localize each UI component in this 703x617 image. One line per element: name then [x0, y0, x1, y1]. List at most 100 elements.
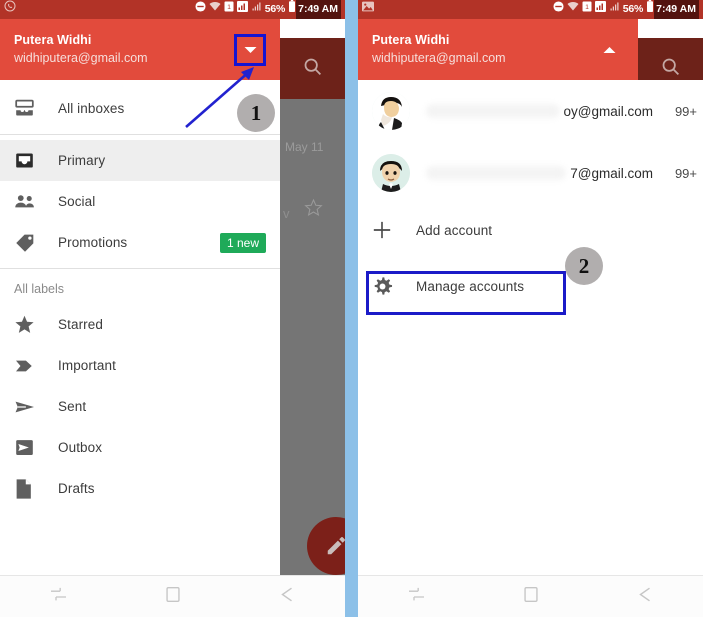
status-bar-left-icons [362, 0, 374, 19]
svg-text:1: 1 [585, 4, 589, 11]
back-arrow-icon[interactable] [278, 586, 296, 608]
account-info: 7@gmail.com [426, 166, 657, 181]
compose-fab-button[interactable] [307, 517, 345, 575]
inbox-icon [14, 150, 58, 171]
account-name-redacted [426, 104, 560, 118]
status-bar-right-icons: 1 56% [195, 0, 296, 19]
drawer-item-label: Social [58, 194, 96, 209]
add-account-label: Add account [416, 222, 493, 238]
status-bar-right-icons: 1 56% [553, 0, 654, 19]
account-row[interactable]: 7@gmail.com 99+ [358, 142, 703, 204]
sim-1-icon: 1 [582, 0, 592, 19]
signal-bars-icon [236, 0, 248, 19]
panel-divider [345, 0, 358, 617]
manage-accounts-label: Manage accounts [416, 278, 525, 294]
do-not-disturb-icon [195, 0, 206, 19]
drawer-item-sent[interactable]: Sent [0, 386, 280, 427]
promotions-new-badge: 1 new [219, 232, 266, 253]
drawer-item-label: Important [58, 358, 116, 373]
drawer-item-label: Starred [58, 317, 103, 332]
status-bar: 1 56% 7:49 AM [358, 0, 703, 19]
account-info: oy@gmail.com [426, 104, 657, 119]
account-row[interactable]: oy@gmail.com 99+ [358, 80, 703, 142]
account-name: Putera Widhi [372, 33, 450, 47]
scrim-partial-text: v [283, 206, 290, 221]
drawer-item-label: Promotions [58, 235, 128, 250]
drawer-item-outbox[interactable]: Outbox [0, 427, 280, 468]
navigation-drawer: All inboxes Primary Social Promotions 1 … [0, 80, 280, 617]
left-phone-body: new May 11 v Putera Widhi [0, 19, 345, 617]
dual-screenshot-container: 1 56% 7:49 AM new May 11 v [0, 0, 703, 617]
account-identity: Putera Widhi widhiputera@gmail.com [372, 32, 594, 67]
search-icon[interactable] [302, 56, 323, 82]
send-icon [14, 398, 58, 416]
all-inboxes-icon [14, 98, 58, 119]
compose-pencil-icon [327, 537, 345, 555]
battery-icon [288, 0, 296, 19]
search-icon[interactable] [660, 56, 681, 82]
account-switcher-panel: oy@gmail.com 99+ 7@gmail.com 99+ Add acc… [358, 80, 703, 617]
signal-bars-2-icon [251, 0, 262, 19]
callout-marker-1: 1 [237, 94, 275, 132]
right-phone-screen: 1 56% 7:49 AM new May 11 v [358, 0, 703, 617]
right-phone-body: new May 11 v Putera Widhi widhiputera@gm… [358, 19, 703, 617]
plus-icon [372, 220, 416, 240]
gear-icon [372, 276, 416, 297]
drawer-item-label: Drafts [58, 481, 95, 496]
unread-count: 99+ [674, 103, 697, 119]
all-labels-section-title: All labels [14, 282, 65, 296]
drawer-item-primary[interactable]: Primary [0, 140, 280, 181]
drawer-item-social[interactable]: Social [0, 181, 280, 222]
svg-text:1: 1 [227, 4, 231, 11]
callout-marker-2: 2 [565, 247, 603, 285]
account-email-label: 7@gmail.com [570, 165, 653, 181]
system-nav-bar [358, 575, 703, 617]
screenshot-image-icon [362, 0, 374, 19]
manage-accounts-button[interactable]: Manage accounts [358, 264, 703, 308]
wifi-icon [567, 0, 579, 19]
drawer-item-important[interactable]: Important [0, 345, 280, 386]
add-account-button[interactable]: Add account [358, 208, 703, 252]
left-phone-screen: 1 56% 7:49 AM new May 11 v [0, 0, 345, 617]
home-square-icon[interactable] [165, 586, 181, 608]
star-icon [14, 314, 58, 335]
account-name: Putera Widhi [14, 33, 92, 47]
wifi-icon [209, 0, 221, 19]
drawer-item-starred[interactable]: Starred [0, 304, 280, 345]
drawer-item-promotions[interactable]: Promotions 1 new [0, 222, 280, 263]
avatar [372, 92, 410, 130]
status-bar-clock: 7:49 AM [296, 0, 341, 19]
account-switcher-caret-button[interactable] [594, 35, 624, 65]
status-bar-clock: 7:49 AM [654, 0, 699, 19]
drawer-item-drafts[interactable]: Drafts [0, 468, 280, 509]
battery-icon [646, 0, 654, 19]
draft-file-icon [14, 478, 58, 500]
battery-percent-label: 56% [264, 3, 286, 15]
home-square-icon[interactable] [523, 586, 539, 608]
do-not-disturb-icon [553, 0, 564, 19]
star-outline-icon[interactable] [304, 198, 323, 222]
recent-apps-icon[interactable] [49, 587, 68, 607]
tag-icon [14, 232, 58, 253]
email-list-scrim[interactable]: new May 11 v [280, 38, 345, 613]
account-email: widhiputera@gmail.com [372, 51, 506, 65]
recent-apps-icon[interactable] [407, 587, 426, 607]
chevron-up-icon [603, 46, 615, 53]
system-nav-bar [0, 575, 345, 617]
back-arrow-icon[interactable] [636, 586, 654, 608]
status-bar: 1 56% 7:49 AM [0, 0, 345, 19]
drawer-item-label: Sent [58, 399, 87, 414]
account-switcher-caret-button[interactable] [234, 33, 266, 66]
drawer-item-label: Outbox [58, 440, 103, 455]
drawer-divider [0, 268, 280, 269]
account-email-label: oy@gmail.com [563, 103, 653, 119]
important-chevron-icon [14, 357, 58, 375]
unread-count: 99+ [674, 165, 697, 181]
scrim-date-label: May 11 [285, 140, 324, 154]
chevron-down-icon [244, 46, 256, 53]
account-identity: Putera Widhi widhiputera@gmail.com [14, 32, 234, 67]
signal-bars-2-icon [609, 0, 620, 19]
account-header-right[interactable]: Putera Widhi widhiputera@gmail.com [358, 19, 638, 80]
drawer-item-label: Primary [58, 153, 106, 168]
status-bar-left-icons [4, 0, 16, 19]
